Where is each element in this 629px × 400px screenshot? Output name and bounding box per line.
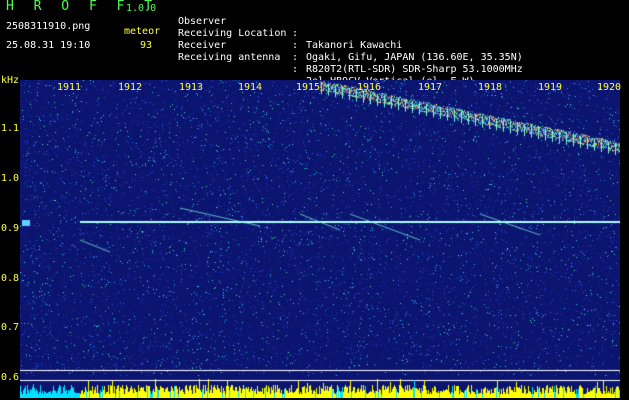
info-value: R820T2(RTL-SDR) SDR-Sharp 53.1000MHz xyxy=(306,64,523,75)
y-axis-unit: kHz xyxy=(1,75,20,86)
x-tick-label: 1915 xyxy=(296,82,321,93)
x-tick-label: 1920 xyxy=(597,82,622,93)
x-tick-label: 1914 xyxy=(238,82,263,93)
y-tick-label: 0.8 xyxy=(1,273,20,284)
info-colon: : xyxy=(292,40,299,51)
info-value: Takanori Kawachi xyxy=(306,40,403,51)
hrofft-window: H R O F F T 1.0.0 2508311910.png meteor … xyxy=(0,0,629,400)
timestamp: 25.08.31 19:10 xyxy=(6,40,91,51)
x-tick-label: 1918 xyxy=(478,82,503,93)
meteor-count: 93 xyxy=(140,40,153,51)
info-key: Receiving antenna xyxy=(178,52,281,63)
y-tick-label: 1.1 xyxy=(1,123,20,134)
x-tick-label: 1916 xyxy=(357,82,382,93)
y-tick-label: 1.0 xyxy=(1,173,20,184)
y-tick-label: 0.7 xyxy=(1,322,20,333)
info-colon: : xyxy=(292,28,299,39)
y-tick-label: 0.6 xyxy=(1,372,20,383)
x-tick-label: 1919 xyxy=(538,82,563,93)
x-tick-label: 1912 xyxy=(118,82,143,93)
x-tick-label: 1917 xyxy=(418,82,443,93)
image-filename: 2508311910.png xyxy=(6,21,91,32)
x-tick-label: 1913 xyxy=(179,82,204,93)
mode-label: meteor xyxy=(124,26,161,37)
info-colon: : xyxy=(292,64,299,75)
x-tick-label: 1911 xyxy=(57,82,82,93)
y-tick-label: 0.9 xyxy=(1,223,20,234)
info-colon: : xyxy=(292,52,299,63)
spectrogram xyxy=(20,80,620,398)
info-value: Ogaki, Gifu, JAPAN (136.60E, 35.35N) xyxy=(306,52,523,63)
app-version: 1.0.0 xyxy=(126,3,157,14)
